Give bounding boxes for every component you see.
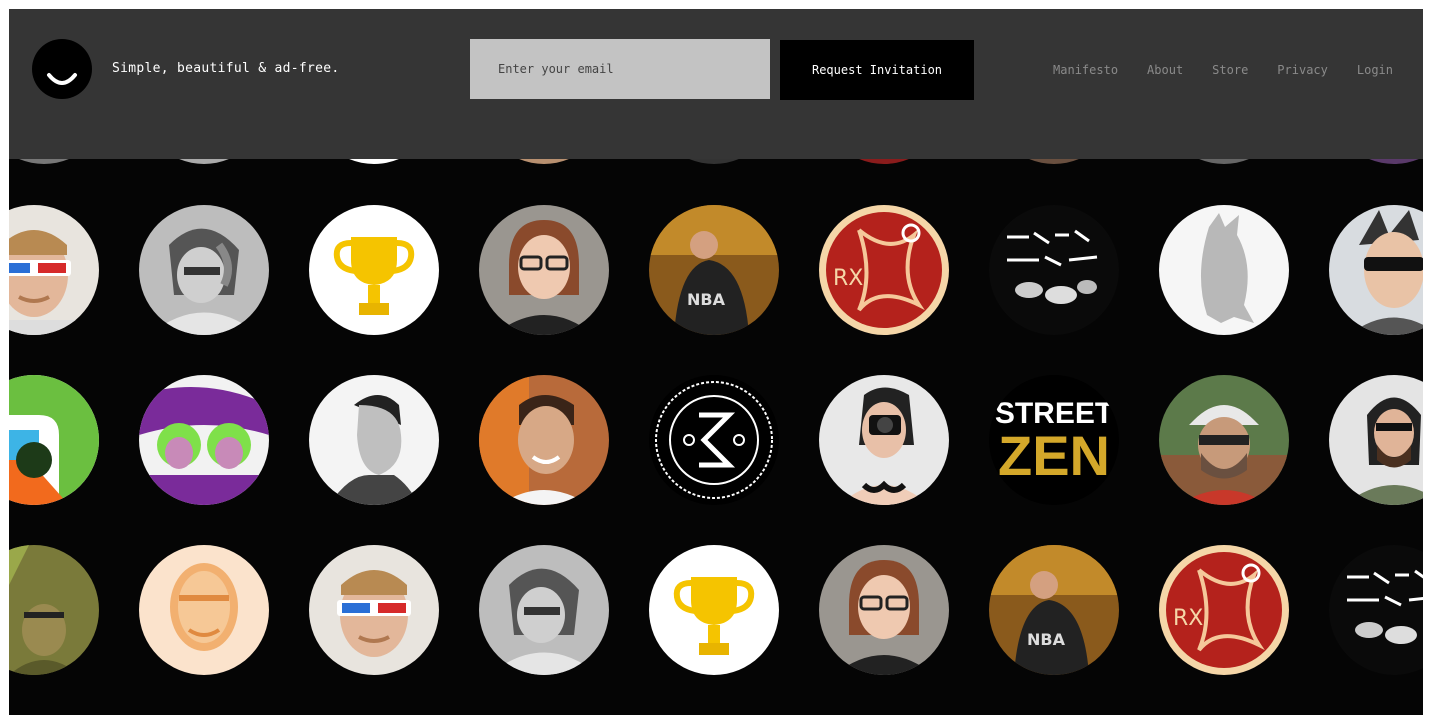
avatar-man-nba-jacket[interactable]: NBA — [649, 205, 779, 335]
svg-text:NBA: NBA — [687, 290, 726, 309]
svg-text:ZEN: ZEN — [998, 424, 1110, 487]
avatar-colorful-logo[interactable] — [9, 375, 99, 505]
nav-manifesto[interactable]: Manifesto — [1053, 63, 1118, 77]
avatar-man-cap[interactable] — [1159, 375, 1289, 505]
svg-text:RX: RX — [1173, 606, 1203, 631]
avatar-stamp-badge[interactable] — [649, 375, 779, 505]
top-nav: Manifesto About Store Privacy Login — [1024, 63, 1393, 77]
avatar-man-beard-glasses[interactable] — [1329, 375, 1423, 505]
page-frame: NBA RX STREET ZEN NBA RX Simple, beautif… — [9, 9, 1423, 715]
svg-text:NBA: NBA — [1027, 630, 1066, 649]
avatar-rx-red-skull[interactable]: RX — [819, 205, 949, 335]
avatar-pink-girls-illustration[interactable] — [139, 375, 269, 505]
avatar-man-smiling[interactable] — [479, 375, 609, 505]
avatar-woman-camera[interactable] — [819, 375, 949, 505]
avatar-trophy[interactable] — [309, 205, 439, 335]
request-invitation-button[interactable]: Request Invitation — [780, 40, 974, 100]
avatar-woman-bw[interactable] — [139, 205, 269, 335]
tagline: Simple, beautiful & ad-free. — [112, 61, 340, 76]
avatar-scribble-art[interactable] — [1329, 545, 1423, 675]
smile-logo-icon[interactable] — [32, 39, 92, 99]
avatar-man-green-cave[interactable] — [9, 545, 99, 675]
svg-text:RX: RX — [833, 266, 863, 291]
nav-privacy[interactable]: Privacy — [1277, 63, 1328, 77]
site-header: Simple, beautiful & ad-free. Request Inv… — [9, 9, 1423, 159]
avatar-rx-red-skull[interactable]: RX — [1159, 545, 1289, 675]
avatar-man-sunglasses[interactable] — [1329, 205, 1423, 335]
nav-login[interactable]: Login — [1357, 63, 1393, 77]
avatar-scribble-art[interactable] — [989, 205, 1119, 335]
email-input[interactable] — [470, 39, 770, 99]
avatar-woman-bw[interactable] — [479, 545, 609, 675]
avatar-woman-glasses[interactable] — [819, 545, 949, 675]
avatar-man-orange-halftone[interactable] — [139, 545, 269, 675]
avatar-woman-glasses[interactable] — [479, 205, 609, 335]
avatar-man-3d-glasses[interactable] — [9, 205, 99, 335]
avatar-bear-sketch[interactable] — [1159, 205, 1289, 335]
avatar-man-3d-glasses[interactable] — [309, 545, 439, 675]
avatar-street-zen[interactable]: STREET ZEN — [989, 375, 1119, 505]
avatar-man-profile-bw[interactable] — [309, 375, 439, 505]
avatar-man-nba-jacket[interactable]: NBA — [989, 545, 1119, 675]
avatar-trophy[interactable] — [649, 545, 779, 675]
nav-about[interactable]: About — [1147, 63, 1183, 77]
nav-store[interactable]: Store — [1212, 63, 1248, 77]
